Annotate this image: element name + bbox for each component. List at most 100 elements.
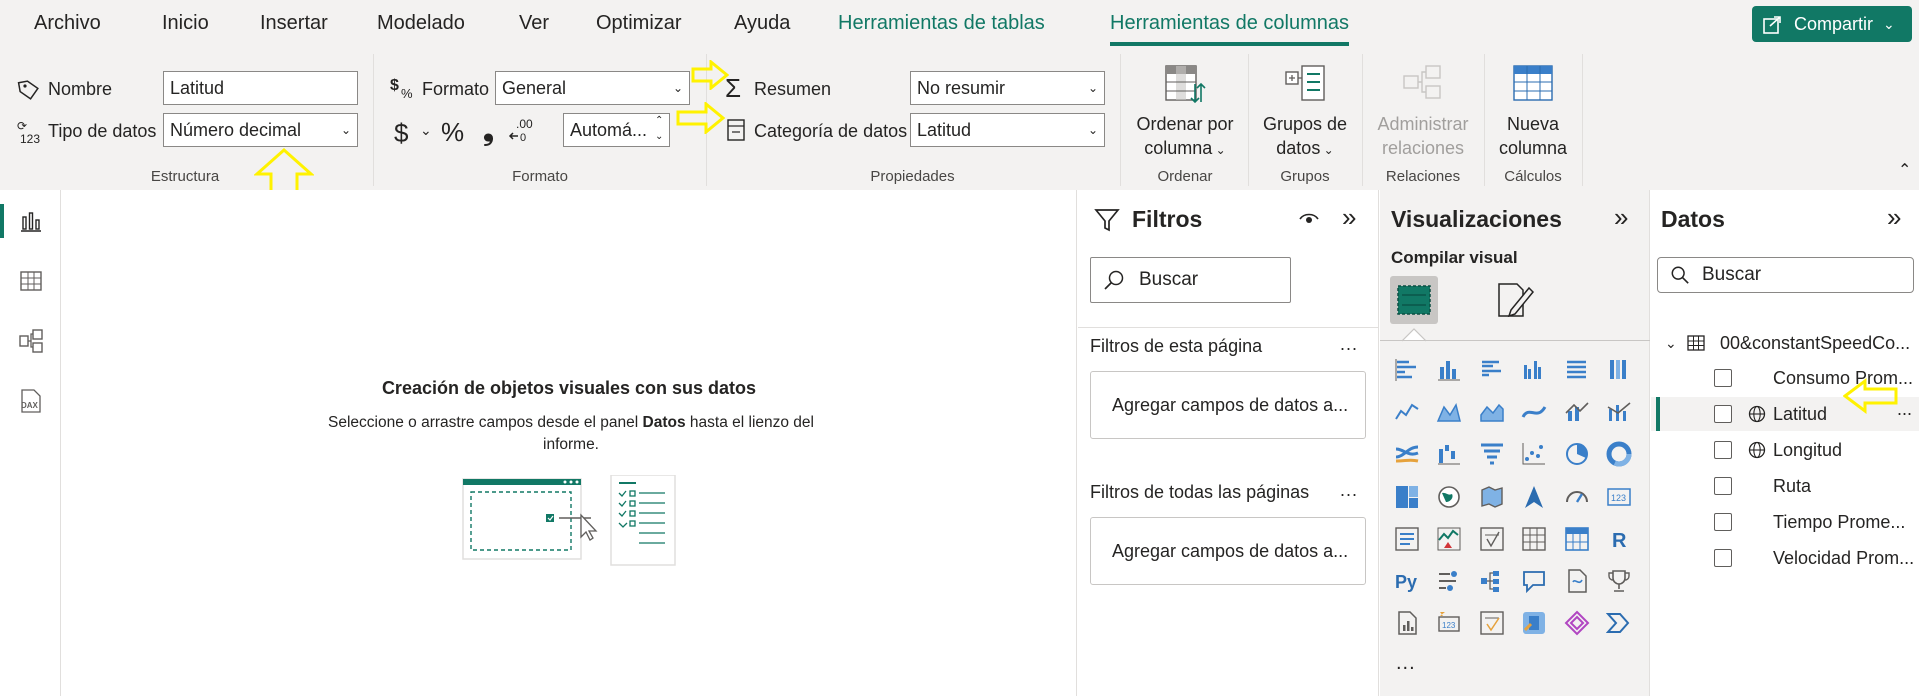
ribbon-icon[interactable]: [1392, 439, 1422, 469]
page-filters-more-button[interactable]: ...: [1340, 334, 1358, 355]
new-slicer-icon[interactable]: [1477, 608, 1507, 638]
clustered-bar-icon[interactable]: [1477, 355, 1507, 385]
spinner-arrows-icon[interactable]: ⌃ ⌄: [655, 113, 663, 145]
power-apps-icon[interactable]: [1519, 608, 1549, 638]
collapse-visualizations-icon[interactable]: »: [1614, 202, 1628, 233]
percent-button[interactable]: %: [441, 117, 464, 148]
card-icon[interactable]: 123: [1604, 482, 1634, 512]
all-pages-filters-drop-zone[interactable]: Agregar campos de datos a...: [1090, 517, 1366, 585]
line-chart-icon[interactable]: [1392, 397, 1422, 427]
share-button[interactable]: Compartir ⌄: [1752, 6, 1912, 42]
line-clustered-column-icon[interactable]: [1604, 397, 1634, 427]
treemap-icon[interactable]: [1392, 482, 1422, 512]
menu-tab-ver[interactable]: Ver: [519, 12, 549, 35]
data-search-input[interactable]: Buscar: [1657, 257, 1914, 293]
decimal-places-input[interactable]: Automá...: [563, 113, 670, 147]
menu-tab-optimizar[interactable]: Optimizar: [596, 12, 682, 35]
field-item[interactable]: Ruta: [1651, 469, 1919, 503]
menu-tab-inicio[interactable]: Inicio: [162, 12, 209, 35]
model-view-button[interactable]: [14, 324, 48, 358]
power-automate-icon[interactable]: [1562, 608, 1592, 638]
data-groups-button[interactable]: Grupos de datos ⌄: [1255, 62, 1355, 162]
clustered-column-icon[interactable]: [1519, 355, 1549, 385]
pie-chart-icon[interactable]: [1562, 439, 1592, 469]
more-visuals-button[interactable]: ...: [1396, 652, 1416, 675]
slicer-icon[interactable]: [1477, 524, 1507, 554]
sort-by-column-button[interactable]: Ordenar por columna ⌄: [1130, 62, 1240, 162]
scatter-icon[interactable]: [1519, 439, 1549, 469]
line-column-icon[interactable]: [1562, 397, 1592, 427]
eye-icon[interactable]: [1298, 211, 1320, 227]
matrix-icon[interactable]: [1562, 524, 1592, 554]
all-pages-filters-more-button[interactable]: ...: [1340, 480, 1358, 501]
decrease-decimals-icon[interactable]: .00 0: [508, 116, 536, 144]
manage-relationships-button[interactable]: Administrar relaciones: [1368, 62, 1478, 160]
field-checkbox[interactable]: [1714, 513, 1732, 531]
python-icon[interactable]: Py: [1392, 566, 1422, 596]
100-bar-icon[interactable]: [1562, 355, 1592, 385]
chevron-down-icon[interactable]: ⌄: [420, 122, 432, 139]
qa-icon[interactable]: [1519, 566, 1549, 596]
currency-button[interactable]: $: [394, 118, 408, 149]
field-checkbox[interactable]: [1714, 549, 1732, 567]
field-item[interactable]: Tiempo Prome...: [1651, 505, 1919, 539]
report-canvas[interactable]: Creación de objetos visuales con sus dat…: [61, 190, 1077, 696]
menu-tab-insertar[interactable]: Insertar: [260, 12, 328, 35]
menu-tab-modelado[interactable]: Modelado: [377, 12, 465, 35]
goals-icon[interactable]: [1604, 566, 1634, 596]
report-view-button[interactable]: [14, 204, 48, 238]
field-checkbox[interactable]: [1714, 441, 1732, 459]
new-card-icon[interactable]: 123: [1434, 608, 1464, 638]
format-visual-tab[interactable]: [1495, 280, 1535, 320]
r-script-icon[interactable]: R: [1604, 524, 1634, 554]
table-view-button[interactable]: [14, 264, 48, 298]
menu-tab-herramientas-columnas[interactable]: Herramientas de columnas: [1110, 12, 1349, 46]
area-chart-icon[interactable]: [1434, 397, 1464, 427]
stacked-area-icon[interactable]: [1477, 397, 1507, 427]
filters-search-input[interactable]: Buscar: [1090, 257, 1291, 303]
menu-tab-archivo[interactable]: Archivo: [34, 12, 101, 35]
field-item[interactable]: Velocidad Prom...: [1651, 541, 1919, 575]
summary-select[interactable]: No resumir ⌄: [910, 71, 1105, 105]
build-visual-tab[interactable]: [1390, 276, 1438, 324]
format-select[interactable]: General ⌄: [495, 71, 690, 105]
table-node[interactable]: ⌄ 00&constantSpeedCo...: [1651, 326, 1919, 360]
dax-query-view-button[interactable]: DAX: [14, 384, 48, 418]
kpi-icon[interactable]: [1434, 524, 1464, 554]
menu-tab-ayuda[interactable]: Ayuda: [734, 12, 790, 35]
column-name-input[interactable]: Latitud: [163, 71, 358, 105]
table-visual-icon[interactable]: [1519, 524, 1549, 554]
funnel-icon[interactable]: [1477, 439, 1507, 469]
stacked-bar-icon[interactable]: [1392, 355, 1422, 385]
field-item[interactable]: Longitud: [1651, 433, 1919, 467]
waterfall-icon[interactable]: [1434, 439, 1464, 469]
paginated-report-icon[interactable]: [1392, 608, 1422, 638]
chevron-down-icon[interactable]: ⌄: [1665, 335, 1677, 352]
key-influencers-icon[interactable]: [1434, 566, 1464, 596]
new-column-button[interactable]: Nueva columna: [1488, 62, 1578, 160]
gauge-icon[interactable]: [1562, 482, 1592, 512]
menu-tab-herramientas-tablas[interactable]: Herramientas de tablas: [838, 12, 1045, 35]
ribbon-chart-icon[interactable]: [1519, 397, 1549, 427]
stacked-column-icon[interactable]: [1434, 355, 1464, 385]
filled-map-icon[interactable]: [1477, 482, 1507, 512]
field-checkbox[interactable]: [1714, 369, 1732, 387]
field-checkbox[interactable]: [1714, 477, 1732, 495]
data-category-select[interactable]: Latitud ⌄: [910, 113, 1105, 147]
donut-chart-icon[interactable]: [1604, 439, 1634, 469]
decomposition-tree-icon[interactable]: [1477, 566, 1507, 596]
datatype-select[interactable]: Número decimal ⌄: [163, 113, 358, 147]
collapse-ribbon-icon[interactable]: ⌃: [1898, 160, 1911, 180]
page-filters-drop-zone[interactable]: Agregar campos de datos a...: [1090, 371, 1366, 439]
100-column-icon[interactable]: [1604, 355, 1634, 385]
field-checkbox[interactable]: [1714, 405, 1732, 423]
collapse-data-icon[interactable]: »: [1887, 202, 1901, 233]
comma-button[interactable]: ❟: [483, 115, 494, 148]
chevron-visual-icon[interactable]: [1604, 608, 1634, 638]
map-icon[interactable]: [1434, 482, 1464, 512]
smart-narrative-icon[interactable]: [1562, 566, 1592, 596]
multirow-card-icon[interactable]: [1392, 524, 1422, 554]
azure-map-icon[interactable]: [1519, 482, 1549, 512]
collapse-filters-icon[interactable]: »: [1342, 202, 1356, 233]
field-more-button[interactable]: ...: [1897, 399, 1912, 420]
